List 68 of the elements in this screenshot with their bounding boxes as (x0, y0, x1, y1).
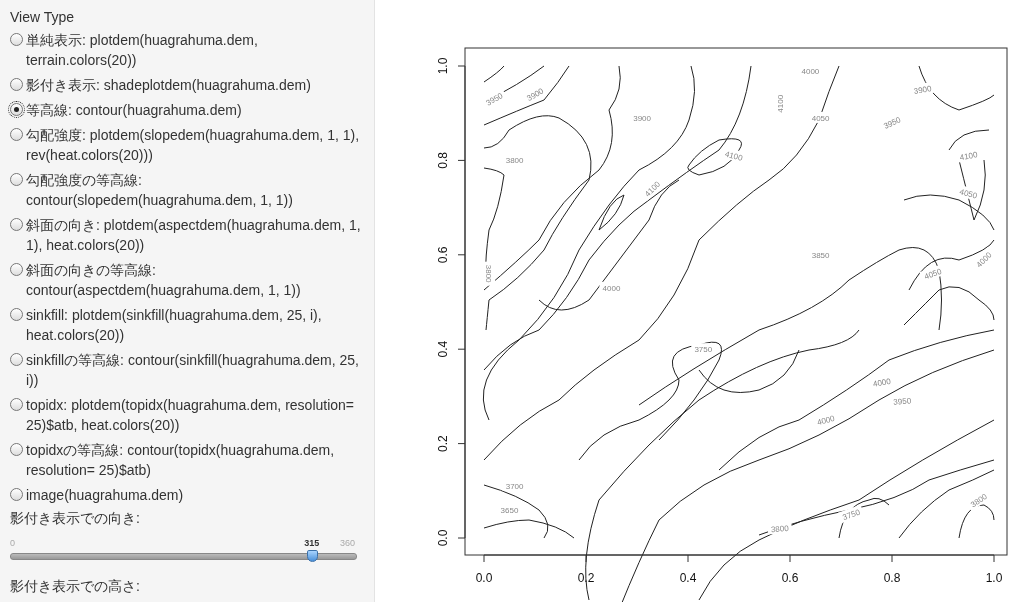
radio-button[interactable] (10, 443, 23, 456)
contour-label: 4100 (775, 94, 785, 113)
contour-label: 3800 (770, 523, 790, 535)
direction-slider-label: 影付き表示での向き: (10, 510, 140, 528)
radio-label[interactable]: topidx: plotdem(topidx(huagrahuma.dem, resolution= 25)$atb, heat.colors(20)) (26, 395, 364, 435)
radio-button[interactable] (10, 173, 23, 186)
x-tick-label: 0.4 (679, 571, 697, 585)
contour-label: 3900 (525, 86, 546, 104)
contour-label: 3950 (484, 91, 505, 108)
contour-label: 3800 (505, 156, 524, 166)
contour-label: 4050 (811, 113, 830, 123)
radio-button[interactable] (10, 33, 23, 46)
radio-button[interactable] (10, 78, 23, 91)
contour-label: 4100 (724, 149, 744, 163)
radio-label[interactable]: 斜面の向きの等高線: contour(aspectdem(huagrahuma.dem, 1, 1)) (26, 260, 364, 300)
radio-button[interactable] (10, 398, 23, 411)
contour-label: 4000 (816, 413, 836, 428)
contour-label: 3950 (893, 396, 912, 407)
contour-label: 4000 (872, 376, 892, 389)
radio-label[interactable]: image(huagrahuma.dem) (26, 485, 364, 505)
radio-label[interactable]: 斜面の向き: plotdem(aspectdem(huagrahuma.dem, 1, 1), heat.colors(20)) (26, 215, 364, 255)
radio-button[interactable] (10, 218, 23, 231)
y-tick-label: 1.0 (436, 57, 450, 75)
y-tick-label: 0.6 (436, 246, 450, 264)
radio-label[interactable]: 単純表示: plotdem(huagrahuma.dem, terrain.colors(20)) (26, 30, 364, 70)
radio-button[interactable] (10, 308, 23, 321)
x-tick-label: 0.2 (577, 571, 595, 585)
x-tick-label: 1.0 (985, 571, 1003, 585)
y-tick-label: 0.8 (436, 152, 450, 169)
slider-value-label: 315 (304, 538, 320, 548)
x-tick-label: 0.8 (883, 571, 901, 585)
radio-button[interactable] (10, 263, 23, 276)
radio-label[interactable]: 影付き表示: shadeplotdem(huagrahuma.dem) (26, 75, 364, 95)
slider-max-label: 360 (339, 538, 355, 548)
contour-label: 3750 (694, 345, 713, 355)
radio-button[interactable] (10, 128, 23, 141)
height-slider-label: 影付き表示での高さ: (10, 578, 140, 596)
view-type-label: View Type (10, 9, 75, 25)
contour-label: 3800 (969, 491, 989, 510)
radio-label[interactable]: topidxの等高線: contour(topidx(huagrahuma.dem, resolution= 25)$atb) (26, 440, 364, 480)
contour-label: 3700 (505, 482, 524, 492)
contour-label: 3950 (882, 115, 903, 131)
radio-label[interactable]: sinkfill: plotdem(sinkfill(huagrahuma.dem, 25, i), heat.colors(20)) (26, 305, 364, 345)
y-tick-label: 0.0 (436, 529, 450, 547)
radio-button[interactable] (10, 353, 23, 366)
contour-label: 3650 (500, 505, 519, 515)
radio-label[interactable]: 勾配強度の等高線: contour(slopedem(huagrahuma.dem, 1, 1)) (26, 170, 364, 210)
contour-label: 4000 (602, 283, 621, 293)
contour-label: 4050 (958, 187, 979, 201)
y-tick-label: 0.4 (436, 340, 450, 358)
slider-min-label: 0 (10, 538, 15, 548)
radio-button[interactable] (10, 488, 23, 501)
y-tick-label: 0.2 (436, 435, 450, 452)
contour-label: 4100 (959, 150, 979, 163)
contour-label: 4000 (801, 66, 820, 76)
radio-label[interactable]: 等高線: contour(huagrahuma.dem) (26, 100, 364, 120)
contour-label: 4050 (923, 266, 943, 282)
radio-label[interactable]: 勾配強度: plotdem(slopedem(huagrahuma.dem, 1, 1), rev(heat.colors(20))) (26, 125, 364, 165)
radio-label[interactable]: sinkfillの等高線: contour(sinkfill(huagrahuma.dem, 25, i)) (26, 350, 364, 390)
slider-thumb[interactable] (306, 550, 318, 562)
contour-label: 3800 (484, 264, 494, 283)
contour-label: 3900 (633, 113, 651, 123)
contour-label: 3900 (913, 84, 933, 97)
contour-label: 3750 (841, 507, 862, 523)
contour-label: 3850 (811, 250, 830, 260)
x-tick-label: 0.6 (781, 571, 799, 585)
radio-button[interactable] (10, 103, 23, 116)
x-tick-label: 0.0 (475, 571, 493, 585)
